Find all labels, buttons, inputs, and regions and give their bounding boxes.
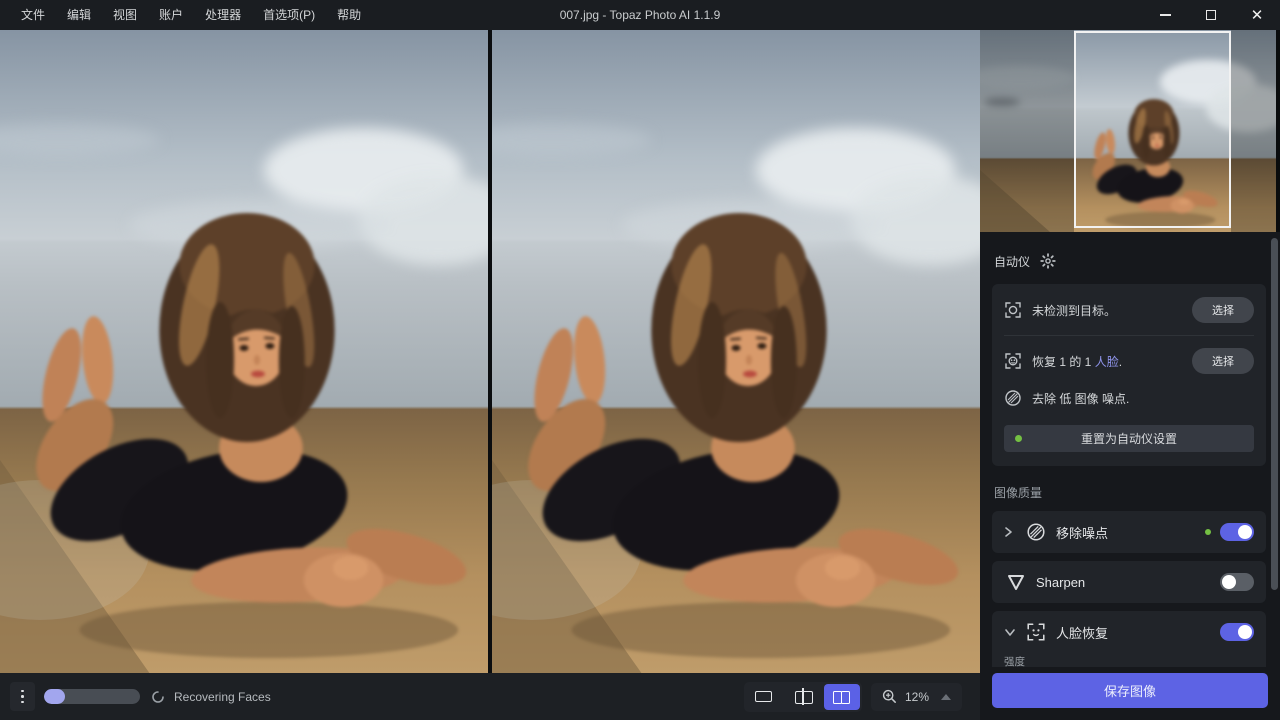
zoom-magnifier-icon	[882, 689, 897, 704]
save-image-button[interactable]: 保存图像	[992, 673, 1268, 708]
face-recovery-row: 恢复 1 的 1 人脸. 选择	[1004, 348, 1254, 374]
autopilot-card: 未检测到目标。 选择 恢复 1 的 1 人脸. 选择	[992, 284, 1266, 466]
menu-processor[interactable]: 处理器	[194, 0, 252, 30]
reset-autopilot-button[interactable]: 重置为自动仪设置	[1004, 425, 1254, 452]
maximize-button[interactable]	[1188, 0, 1234, 30]
denoise-toggle[interactable]	[1220, 523, 1254, 541]
progress-bar	[44, 689, 140, 704]
split-view-icon	[794, 688, 812, 705]
autopilot-status-dot	[1015, 435, 1022, 442]
face-recovery-icon	[1026, 622, 1046, 642]
sharpen-icon	[1006, 572, 1026, 592]
minimize-icon	[1160, 14, 1171, 16]
progress-fill	[44, 689, 65, 704]
original-photo-preview	[0, 30, 488, 673]
image-pane-processed[interactable]	[492, 30, 980, 673]
image-quality-title: 图像质量	[994, 484, 1266, 501]
subject-target-icon	[1004, 301, 1022, 319]
zoom-caret-icon[interactable]	[941, 694, 951, 700]
image-pane-original[interactable]	[0, 30, 488, 673]
view-mode-group	[744, 682, 862, 712]
more-options-button[interactable]	[10, 682, 35, 711]
autopilot-header: 自动仪	[994, 246, 1266, 276]
menu-account[interactable]: 账户	[148, 0, 194, 30]
maximize-icon	[1206, 10, 1216, 20]
face-count-highlight: 人脸	[1095, 355, 1119, 369]
save-area: 保存图像	[980, 667, 1280, 720]
autopilot-settings-button[interactable]	[1040, 253, 1056, 269]
noise-removal-row: 去除 低 图像 噪点.	[1004, 386, 1254, 410]
close-button[interactable]: ✕	[1234, 0, 1280, 30]
noise-removal-text: 去除 低 图像 噪点.	[1032, 390, 1129, 407]
processed-photo-preview	[492, 30, 980, 673]
noise-icon	[1004, 389, 1022, 407]
kebab-dot	[21, 690, 24, 693]
face-recovery-name: 人脸恢复	[1056, 623, 1108, 642]
sharpen-name: Sharpen	[1036, 575, 1085, 590]
sharpen-card: Sharpen	[992, 561, 1266, 603]
face-recovery-collapse-button[interactable]	[1004, 628, 1016, 637]
menu-preferences[interactable]: 首选项(P)	[252, 0, 326, 30]
single-view-icon	[755, 691, 772, 702]
settings-panel: 自动仪	[980, 30, 1280, 720]
side-by-side-view-icon	[833, 691, 850, 703]
gear-icon	[1040, 253, 1056, 269]
autopilot-title: 自动仪	[994, 253, 1030, 270]
view-controls: 12%	[744, 682, 962, 712]
panel-body: 自动仪	[980, 232, 1280, 720]
subject-detection-text: 未检测到目标。	[1032, 302, 1116, 319]
autopilot-divider	[1004, 335, 1254, 336]
face-recovery-header[interactable]: 人脸恢复	[1004, 622, 1254, 642]
chevron-right-icon	[1004, 526, 1013, 538]
navigation-thumbnail[interactable]	[980, 30, 1280, 232]
sharpen-toggle[interactable]	[1220, 573, 1254, 591]
menu-file[interactable]: 文件	[10, 0, 56, 30]
minimize-button[interactable]	[1142, 0, 1188, 30]
thumbnail-dim-right	[1231, 30, 1280, 232]
spinner-icon	[151, 690, 165, 704]
thumbnail-dim-left	[980, 30, 1074, 232]
titlebar: 文件 编辑 视图 账户 处理器 首选项(P) 帮助 007.jpg - Topa…	[0, 0, 1280, 30]
sharpen-header[interactable]: Sharpen	[1004, 572, 1254, 592]
face-select-button[interactable]: 选择	[1192, 348, 1254, 374]
window-controls: ✕	[1142, 0, 1280, 30]
denoise-header[interactable]: 移除噪点	[1004, 522, 1254, 542]
close-icon: ✕	[1251, 8, 1264, 23]
panel-scrollbar-thumb[interactable]	[1271, 238, 1278, 590]
chevron-down-icon	[1004, 628, 1016, 637]
face-recovery-text: 恢复 1 的 1 人脸.	[1032, 353, 1122, 370]
face-detect-icon	[1004, 352, 1022, 370]
denoise-name: 移除噪点	[1056, 523, 1108, 542]
menu-edit[interactable]: 编辑	[56, 0, 102, 30]
zoom-control[interactable]: 12%	[871, 683, 962, 711]
status-bar: Recovering Faces 12%	[0, 673, 980, 720]
single-view-button[interactable]	[746, 684, 782, 710]
menu-bar: 文件 编辑 视图 账户 处理器 首选项(P) 帮助	[0, 0, 372, 30]
face-recovery-toggle[interactable]	[1220, 623, 1254, 641]
side-by-side-view-button[interactable]	[824, 684, 860, 710]
denoise-icon	[1026, 522, 1046, 542]
denoise-autopilot-dot	[1205, 529, 1211, 535]
thumbnail-viewport-frame[interactable]	[1074, 31, 1231, 228]
menu-help[interactable]: 帮助	[326, 0, 372, 30]
window-title: 007.jpg - Topaz Photo AI 1.1.9	[560, 8, 721, 22]
denoise-expand-button[interactable]	[1004, 526, 1016, 538]
split-view-button[interactable]	[785, 684, 821, 710]
zoom-level: 12%	[905, 690, 929, 704]
subject-select-button[interactable]: 选择	[1192, 297, 1254, 323]
menu-view[interactable]: 视图	[102, 0, 148, 30]
status-text: Recovering Faces	[174, 690, 271, 704]
denoise-card: 移除噪点	[992, 511, 1266, 553]
subject-detection-row: 未检测到目标。 选择	[1004, 297, 1254, 323]
